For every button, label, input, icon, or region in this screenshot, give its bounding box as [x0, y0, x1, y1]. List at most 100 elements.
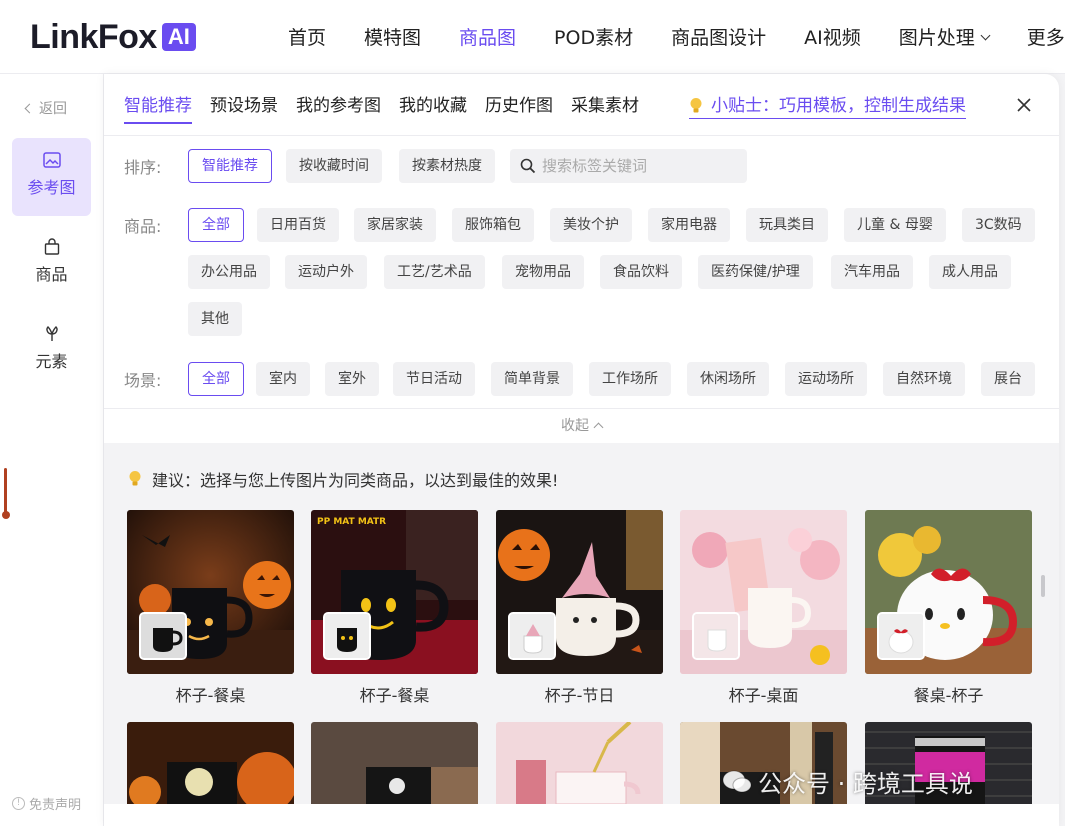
- product-option[interactable]: 玩具类目: [746, 208, 828, 242]
- reference-image: [127, 722, 294, 804]
- element-icon: [45, 326, 58, 341]
- nav-item-pod[interactable]: POD素材: [554, 24, 633, 52]
- reference-card[interactable]: 杯子-餐桌: [127, 510, 294, 706]
- nav-item-product-design[interactable]: 商品图设计: [671, 24, 766, 52]
- nav-item-more[interactable]: 更多: [1027, 24, 1065, 52]
- tip-text: 小贴士：巧用模板，控制生成结果: [711, 96, 966, 116]
- product-label: 商品:: [124, 217, 162, 236]
- reference-card[interactable]: [127, 722, 294, 804]
- scene-option[interactable]: 展台: [981, 362, 1035, 396]
- product-option[interactable]: 工艺/艺术品: [384, 255, 485, 289]
- scene-label: 场景:: [124, 371, 162, 390]
- watermark-text: 公众号 · 跨境工具说: [758, 770, 973, 798]
- scene-option[interactable]: 室外: [325, 362, 379, 396]
- product-option[interactable]: 家用电器: [648, 208, 730, 242]
- reference-image: [496, 722, 663, 804]
- scene-option[interactable]: 工作场所: [589, 362, 671, 396]
- product-option[interactable]: 食品饮料: [600, 255, 682, 289]
- collapse-filters-button[interactable]: 收起: [104, 409, 1059, 443]
- product-option[interactable]: 3C数码: [962, 208, 1035, 242]
- nav-item-image-processing[interactable]: 图片处理: [898, 24, 991, 52]
- product-option[interactable]: 其他: [188, 302, 242, 336]
- reference-card[interactable]: [311, 722, 478, 804]
- nav-item-image-processing-label: 图片处理: [898, 27, 975, 49]
- back-button[interactable]: 返回: [24, 98, 67, 118]
- mini-thumb: [323, 612, 371, 660]
- card-caption: 餐桌-杯子: [913, 686, 984, 705]
- scene-option[interactable]: 运动场所: [785, 362, 867, 396]
- tag-search-input[interactable]: [542, 157, 742, 175]
- reference-card[interactable]: 杯子-桌面: [680, 510, 847, 706]
- sidebar-item-element[interactable]: 元素: [12, 310, 91, 388]
- product-option[interactable]: 家居家装: [354, 208, 436, 242]
- card-caption: 杯子-餐桌: [175, 686, 246, 705]
- close-icon[interactable]: [1015, 96, 1033, 114]
- tab-collected-assets[interactable]: 采集素材: [571, 94, 639, 124]
- tabs-divider: [104, 135, 1059, 136]
- reference-card[interactable]: 杯子-节日: [496, 510, 663, 706]
- sort-option-favorite-time[interactable]: 按收藏时间: [286, 149, 382, 183]
- sort-option-smart[interactable]: 智能推荐: [188, 149, 272, 183]
- advice-label: 建议：选择与您上传图片为同类商品，以达到最佳的效果!: [152, 471, 559, 490]
- product-option[interactable]: 服饰箱包: [452, 208, 534, 242]
- left-sidebar: 返回 参考图 商品 元素 ! 免责声明: [0, 74, 104, 826]
- product-option[interactable]: 日用百货: [257, 208, 339, 242]
- tab-smart-recommend[interactable]: 智能推荐: [124, 94, 192, 124]
- nav-item-home[interactable]: 首页: [288, 24, 326, 52]
- reference-image: [127, 510, 294, 674]
- tab-my-favorites[interactable]: 我的收藏: [399, 94, 467, 124]
- product-option[interactable]: 汽车用品: [831, 255, 913, 289]
- tag-search-box[interactable]: [510, 149, 747, 183]
- sidebar-item-reference-image[interactable]: 参考图: [12, 138, 91, 216]
- panel-tabs: 智能推荐 预设场景 我的参考图 我的收藏 历史作图 采集素材: [124, 94, 657, 124]
- card-caption: 杯子-餐桌: [359, 686, 430, 705]
- product-option[interactable]: 儿童 & 母婴: [844, 208, 946, 242]
- scene-option[interactable]: 室内: [256, 362, 310, 396]
- tab-history[interactable]: 历史作图: [485, 94, 553, 124]
- disclaimer-link[interactable]: ! 免责声明: [12, 794, 81, 813]
- advice-text: 建议：选择与您上传图片为同类商品，以达到最佳的效果!: [128, 467, 558, 491]
- gallery-scrollbar[interactable]: [1041, 575, 1045, 597]
- lightbulb-icon: [690, 98, 702, 113]
- info-icon: !: [12, 797, 25, 810]
- reference-image: [865, 510, 1032, 674]
- watermark: 公众号 · 跨境工具说: [722, 764, 973, 799]
- product-option[interactable]: 办公用品: [188, 255, 270, 289]
- tab-my-reference[interactable]: 我的参考图: [296, 94, 381, 124]
- sidebar-item-label: 参考图: [27, 178, 76, 197]
- chevron-up-icon: [593, 422, 604, 433]
- sort-option-popularity[interactable]: 按素材热度: [399, 149, 495, 183]
- top-navigation-bar: LinkFox AI 首页 模特图 商品图 POD素材 商品图设计 AI视频 图…: [0, 0, 1065, 74]
- card-caption: 杯子-节日: [544, 686, 615, 705]
- linkfox-logo[interactable]: LinkFox AI: [30, 20, 196, 54]
- reference-card[interactable]: PP MAT MATR 杯子-餐桌: [311, 510, 478, 706]
- lightbulb-icon: [129, 471, 141, 486]
- scene-option[interactable]: 自然环境: [883, 362, 965, 396]
- product-option[interactable]: 医药保健/护理: [698, 255, 813, 289]
- scene-option[interactable]: 简单背景: [491, 362, 573, 396]
- product-option[interactable]: 全部: [188, 208, 244, 242]
- nav-item-ai-video[interactable]: AI视频: [804, 24, 861, 52]
- main-nav: 首页 模特图 商品图 POD素材 商品图设计 AI视频 图片处理 更多: [288, 24, 1065, 52]
- disclaimer-label: 免责声明: [29, 798, 82, 813]
- reference-image: [496, 510, 663, 674]
- product-option[interactable]: 运动户外: [285, 255, 367, 289]
- mug-print-text: PP MAT MATR: [317, 517, 386, 527]
- reference-card[interactable]: 餐桌-杯子: [865, 510, 1032, 706]
- nav-item-model-image[interactable]: 模特图: [364, 24, 421, 52]
- image-icon: [42, 152, 61, 168]
- scene-option[interactable]: 节日活动: [393, 362, 475, 396]
- scene-option[interactable]: 全部: [188, 362, 244, 396]
- scene-option[interactable]: 休闲场所: [687, 362, 769, 396]
- nav-item-product-image[interactable]: 商品图: [459, 24, 516, 52]
- chevron-left-icon: [24, 103, 35, 113]
- sidebar-item-label: 元素: [35, 352, 68, 371]
- shopping-bag-icon: [44, 238, 59, 255]
- tab-preset-scenes[interactable]: 预设场景: [210, 94, 278, 124]
- product-option[interactable]: 成人用品: [929, 255, 1011, 289]
- sidebar-item-product[interactable]: 商品: [12, 224, 91, 302]
- product-option[interactable]: 宠物用品: [502, 255, 584, 289]
- reference-card[interactable]: [496, 722, 663, 804]
- product-option[interactable]: 美妆个护: [550, 208, 632, 242]
- tip-link[interactable]: 小贴士：巧用模板，控制生成结果: [689, 94, 966, 119]
